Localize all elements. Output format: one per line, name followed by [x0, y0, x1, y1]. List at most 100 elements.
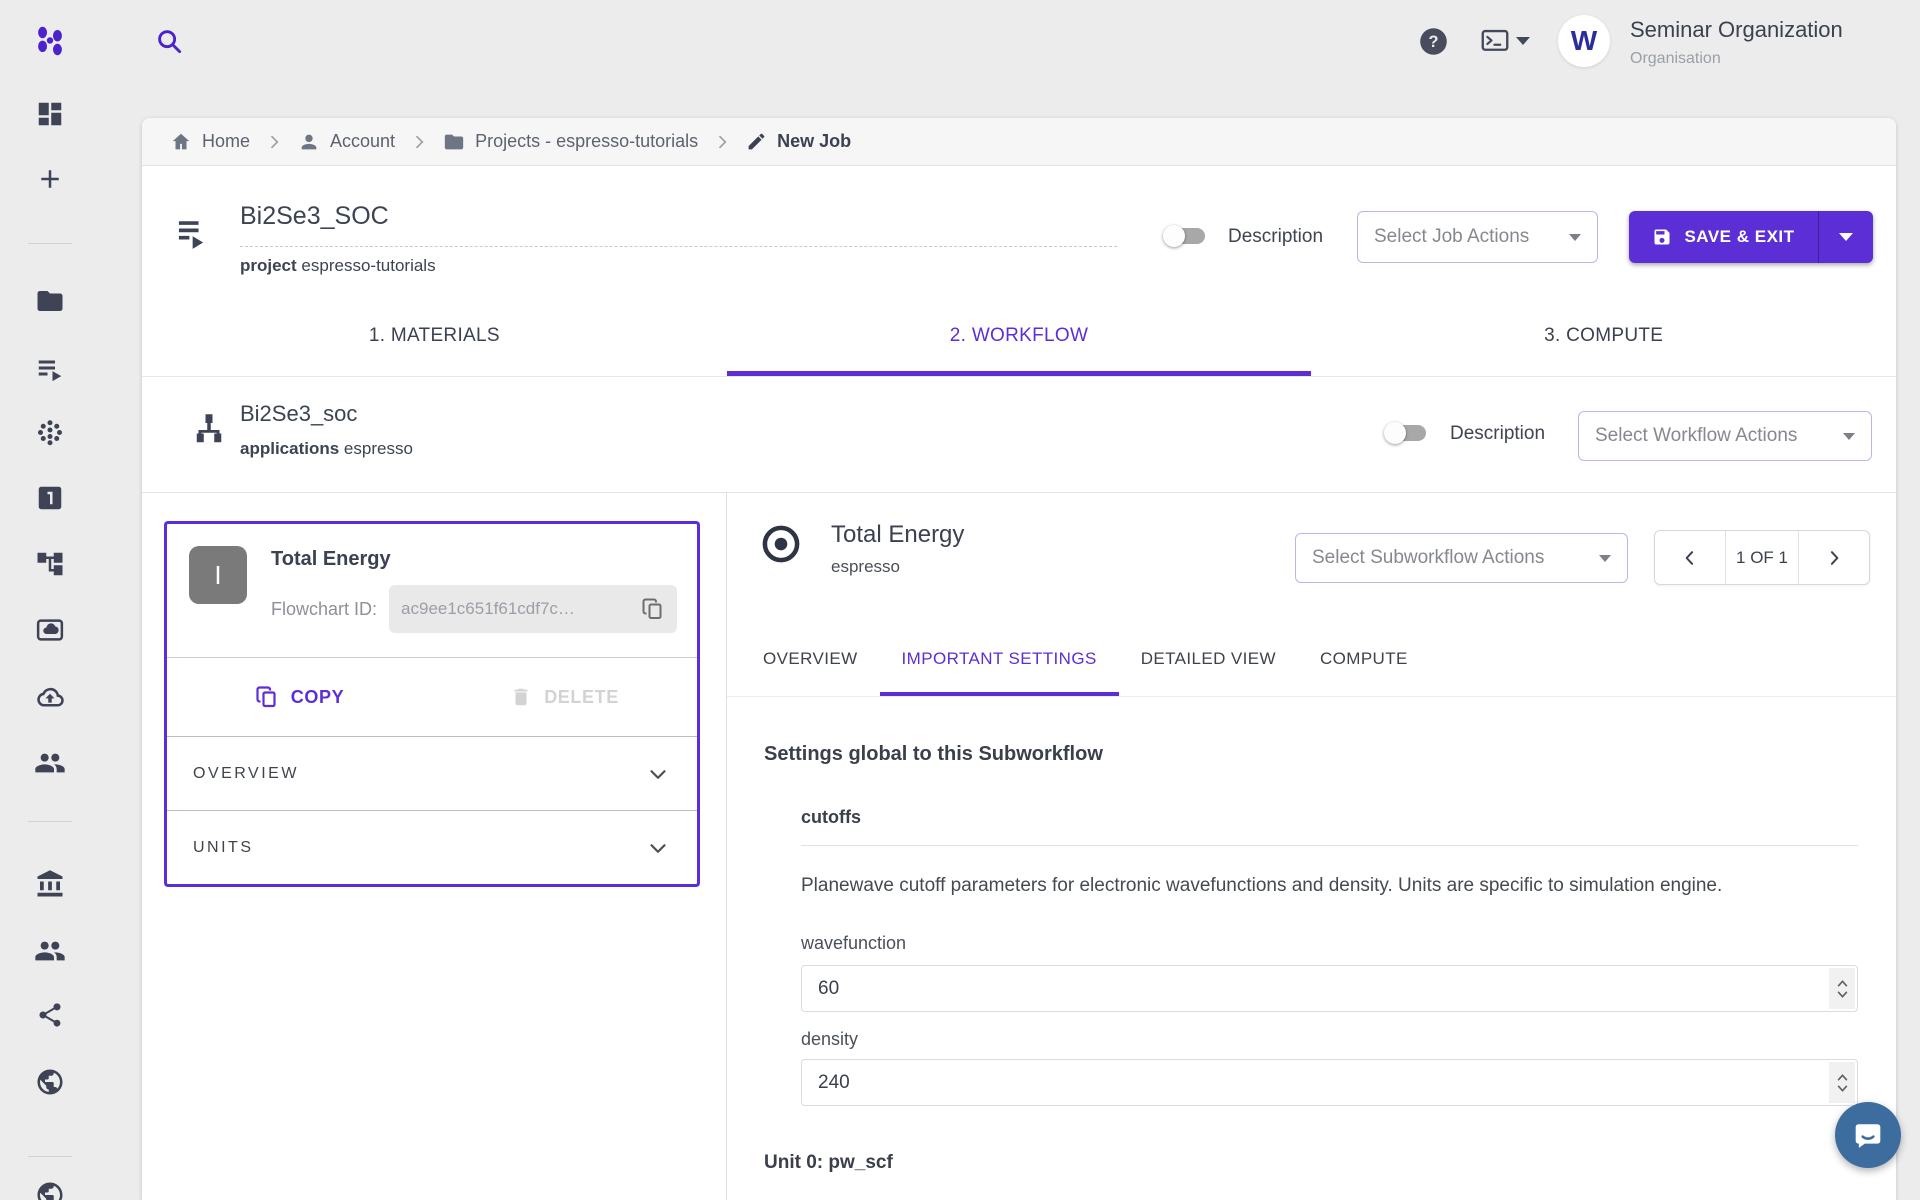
globe-partial-icon[interactable] — [35, 1180, 65, 1200]
svg-text:?: ? — [1429, 33, 1439, 51]
add-icon[interactable] — [35, 164, 65, 194]
divider — [801, 845, 1858, 846]
group-icon[interactable] — [34, 935, 66, 967]
description-toggle-label: Description — [1228, 226, 1323, 248]
subworkflow-title: Total Energy — [831, 521, 964, 549]
chevron-right-icon — [712, 132, 732, 152]
pencil-icon — [746, 131, 767, 152]
save-exit-button[interactable]: SAVE & EXIT — [1629, 211, 1873, 263]
subworkflow-detail-pane: Total Energy espresso Select Subworkflow… — [726, 493, 1896, 1200]
share-icon[interactable] — [36, 1001, 64, 1029]
workflow-header: Bi2Se3_soc applications espresso Descrip… — [142, 377, 1896, 493]
tab-compute[interactable]: COMPUTE — [1298, 625, 1430, 696]
chevron-right-icon — [409, 132, 429, 152]
org-switcher[interactable]: Seminar Organization Organisation — [1630, 17, 1843, 68]
breadcrumb-new-job: New Job — [746, 131, 851, 152]
flowchart-id-field: ac9ee1c651f61cdf7c… — [389, 585, 677, 633]
main-card: Home Account Projects - espresso-tutoria… — [142, 118, 1896, 1200]
important-settings-content: Settings global to this Subworkflow cuto… — [727, 697, 1896, 1200]
avatar[interactable]: W — [1558, 15, 1610, 67]
person-icon — [298, 131, 320, 153]
chevron-down-icon — [645, 761, 671, 787]
image-media-icon[interactable] — [35, 615, 65, 645]
left-sidebar — [0, 0, 100, 1200]
tab-overview[interactable]: OVERVIEW — [741, 625, 880, 696]
number-stepper[interactable] — [1829, 1062, 1855, 1103]
wavefunction-input[interactable]: 60 — [801, 965, 1858, 1012]
breadcrumb: Home Account Projects - espresso-tutoria… — [142, 118, 1896, 166]
tab-compute[interactable]: 3. COMPUTE — [1311, 295, 1896, 376]
settings-group-description: Planewave cutoff parameters for electron… — [801, 875, 1722, 897]
breadcrumb-account[interactable]: Account — [298, 131, 395, 153]
org-type: Organisation — [1630, 50, 1843, 68]
subworkflow-badge: I — [189, 546, 247, 604]
subworkflow-subtitle: espresso — [831, 557, 964, 577]
unit-heading: Unit 0: pw_scf — [764, 1152, 893, 1174]
terminal-console-icon[interactable] — [1481, 28, 1530, 54]
subworkflow-tabs: OVERVIEW IMPORTANT SETTINGS DETAILED VIE… — [727, 625, 1896, 697]
mat3ra-logo-icon[interactable] — [33, 24, 67, 58]
job-playlist-icon — [176, 216, 208, 255]
dashboard-icon[interactable] — [35, 99, 65, 129]
subworkflow-card[interactable]: I Total Energy Flowchart ID: ac9ee1c651f… — [164, 521, 700, 887]
tab-detailed-view[interactable]: DETAILED VIEW — [1119, 625, 1298, 696]
globe-web-icon[interactable] — [35, 1067, 65, 1097]
tab-workflow[interactable]: 2. WORKFLOW — [727, 295, 1312, 376]
breadcrumb-projects[interactable]: Projects - espresso-tutorials — [443, 131, 698, 153]
folder-icon — [443, 131, 465, 153]
delete-subworkflow-button[interactable]: DELETE — [432, 686, 697, 708]
tab-materials[interactable]: 1. MATERIALS — [142, 295, 727, 376]
description-toggle[interactable] — [1165, 228, 1205, 244]
copy-id-icon[interactable] — [641, 597, 665, 621]
jobs-playlist-play-icon[interactable] — [35, 353, 65, 383]
workflow-actions-select[interactable]: Select Workflow Actions — [1578, 411, 1872, 461]
tab-important-settings[interactable]: IMPORTANT SETTINGS — [880, 625, 1119, 696]
caret-down-icon — [1569, 234, 1581, 241]
team-group-icon[interactable] — [34, 747, 66, 779]
folder-icon[interactable] — [35, 286, 65, 316]
caret-down-icon — [1516, 37, 1530, 45]
pager-prev-button[interactable] — [1655, 531, 1725, 584]
bank-organization-icon[interactable] — [35, 869, 65, 899]
search-icon[interactable] — [154, 26, 184, 56]
subworkflow-list-pane: I Total Energy Flowchart ID: ac9ee1c651f… — [142, 493, 726, 1200]
workflow-applications-meta: applications espresso — [240, 439, 413, 459]
workflow-tree-icon — [188, 409, 230, 456]
job-actions-select[interactable]: Select Job Actions — [1357, 211, 1598, 263]
caret-down-icon — [1843, 433, 1855, 440]
chat-launcher-button[interactable] — [1835, 1102, 1901, 1168]
copy-subworkflow-button[interactable]: COPY — [167, 685, 432, 709]
accordion-units[interactable]: UNITS — [167, 810, 697, 884]
description-toggle[interactable] — [1386, 425, 1426, 441]
save-icon — [1652, 227, 1672, 247]
job-title[interactable]: Bi2Se3_SOC — [240, 202, 389, 231]
subworkflow-title-block: Total Energy espresso — [831, 521, 964, 577]
workflow-title[interactable]: Bi2Se3_soc — [240, 401, 357, 427]
looks-one-icon[interactable] — [35, 483, 65, 513]
description-toggle-label: Description — [1450, 423, 1545, 445]
job-project-meta: project espresso-tutorials — [240, 256, 436, 276]
subworkflow-actions-select[interactable]: Select Subworkflow Actions — [1295, 533, 1628, 583]
sidebar-divider — [28, 821, 72, 822]
density-input[interactable]: 240 — [801, 1059, 1858, 1106]
number-stepper[interactable] — [1829, 968, 1855, 1009]
pager-next-button[interactable] — [1799, 531, 1869, 584]
workflow-tree-icon[interactable] — [35, 549, 65, 579]
org-name: Seminar Organization — [1630, 17, 1843, 43]
circle-dot-icon — [760, 523, 802, 570]
breadcrumb-home[interactable]: Home — [170, 131, 250, 153]
settings-heading: Settings global to this Subworkflow — [764, 743, 1103, 766]
job-title-underline — [240, 246, 1117, 247]
chat-bubble-icon — [1853, 1120, 1883, 1150]
accordion-overview[interactable]: OVERVIEW — [167, 736, 697, 810]
help-icon[interactable]: ? — [1419, 27, 1448, 56]
save-dropdown-button[interactable] — [1819, 211, 1873, 263]
density-label: density — [801, 1029, 858, 1050]
copy-icon — [255, 685, 279, 709]
cloud-upload-icon[interactable] — [34, 681, 66, 713]
caret-down-icon — [1839, 233, 1853, 241]
sidebar-divider — [28, 243, 72, 244]
home-icon — [170, 131, 192, 153]
app-root: ? W Seminar Organization Organisation Ho… — [0, 0, 1920, 1200]
materials-atoms-icon[interactable] — [35, 417, 65, 447]
